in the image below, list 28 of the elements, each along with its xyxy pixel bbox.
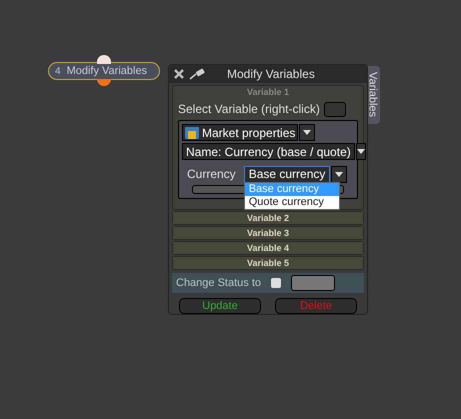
input-port[interactable]	[97, 55, 111, 64]
category-dropdown[interactable]: Market properties	[182, 124, 298, 141]
pin-icon[interactable]	[189, 68, 205, 80]
currency-dropdown[interactable]: Base currency	[244, 166, 330, 182]
change-status-label: Change Status to	[176, 276, 262, 291]
update-button[interactable]: Update	[179, 298, 261, 314]
select-variable-label: Select Variable (right-click)	[178, 101, 320, 118]
close-icon[interactable]	[173, 68, 185, 80]
node-label: Modify Variables	[66, 64, 148, 79]
folder-icon	[185, 126, 199, 139]
dropdown-button[interactable]	[356, 143, 366, 160]
variable-header[interactable]: Variable 5	[173, 257, 363, 269]
window-title: Modify Variables	[227, 66, 315, 83]
variable-header[interactable]: Variable 2	[173, 212, 363, 224]
variable-header[interactable]: Variable 3	[173, 227, 363, 239]
output-port[interactable]	[97, 79, 111, 86]
caret-icon	[335, 172, 344, 176]
caret-icon	[303, 130, 312, 135]
currency-label: Currency	[187, 166, 236, 183]
status-checkbox[interactable]	[271, 278, 282, 288]
node-number: 4	[55, 64, 61, 78]
dropdown-button[interactable]	[299, 124, 316, 141]
caret-icon	[356, 149, 365, 154]
dropdown-button[interactable]	[331, 166, 348, 182]
workflow-node[interactable]: 4 Modify Variables	[48, 62, 160, 80]
variable-header[interactable]: Variable 4	[173, 242, 363, 254]
status-field[interactable]	[291, 275, 336, 291]
name-dropdown[interactable]: Name: Currency (base / quote)	[182, 143, 355, 160]
